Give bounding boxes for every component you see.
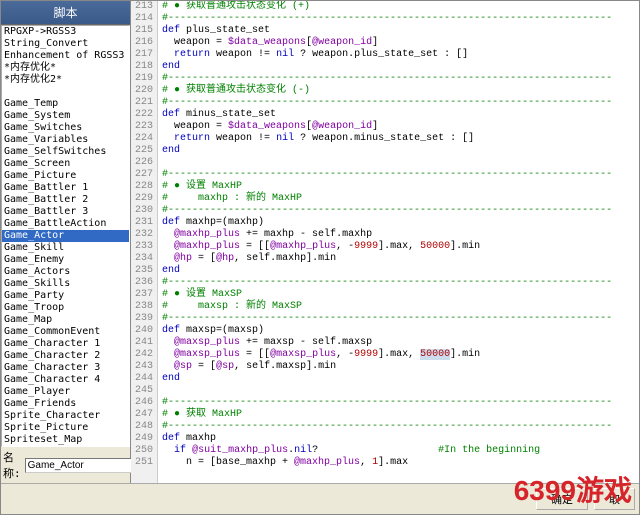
- cancel-button[interactable]: 取: [594, 488, 635, 510]
- button-bar: 确定 取: [1, 483, 639, 514]
- code-line[interactable]: weapon = $data_weapons[@weapon_id]: [162, 37, 635, 49]
- code-line[interactable]: # ● 获取 MaxHP: [162, 409, 635, 421]
- code-line[interactable]: def minus_state_set: [162, 109, 635, 121]
- tree-item[interactable]: Game_Character 2: [2, 350, 129, 362]
- code-line[interactable]: # maxsp : 新的 MaxSP: [162, 301, 635, 313]
- code-line[interactable]: @sp = [@sp, self.maxsp].min: [162, 361, 635, 373]
- tree-item[interactable]: *内存优化*: [2, 62, 129, 74]
- tree-item[interactable]: *内存优化2*: [2, 74, 129, 86]
- tree-item[interactable]: Game_Switches: [2, 122, 129, 134]
- code-area[interactable]: # ● 获取普通攻击状态变化 (+)#---------------------…: [158, 1, 639, 483]
- tree-item[interactable]: Game_Picture: [2, 170, 129, 182]
- code-line[interactable]: #---------------------------------------…: [162, 397, 635, 409]
- script-editor-window: 脚本 RPGXP->RGSS3String_ConvertEnhancement…: [0, 0, 640, 515]
- tree-item[interactable]: Game_Skills: [2, 278, 129, 290]
- code-line[interactable]: return weapon != nil ? weapon.minus_stat…: [162, 133, 635, 145]
- tree-item[interactable]: Game_Skill: [2, 242, 129, 254]
- tree-item[interactable]: Game_Character 3: [2, 362, 129, 374]
- tree-item[interactable]: Game_System: [2, 110, 129, 122]
- code-line[interactable]: n = [base_maxhp + @maxhp_plus, 1].max: [162, 457, 635, 469]
- tree-item[interactable]: Game_Battler 1: [2, 182, 129, 194]
- tree-item[interactable]: Game_Player: [2, 386, 129, 398]
- code-line[interactable]: @maxsp_plus = [[@maxsp_plus, -9999].max,…: [162, 349, 635, 361]
- code-line[interactable]: @maxhp_plus = [[@maxhp_plus, -9999].max,…: [162, 241, 635, 253]
- code-line[interactable]: end: [162, 373, 635, 385]
- code-line[interactable]: # maxhp : 新的 MaxHP: [162, 193, 635, 205]
- code-line[interactable]: @maxsp_plus += maxsp - self.maxsp: [162, 337, 635, 349]
- tree-item[interactable]: RPGXP->RGSS3: [2, 26, 129, 38]
- tree-item[interactable]: Spriteset_Map: [2, 434, 129, 446]
- code-line[interactable]: # ● 获取普通攻击状态变化 (-): [162, 85, 635, 97]
- tree-item[interactable]: Enhancement of RGSS3: [2, 50, 129, 62]
- code-line[interactable]: # ● 设置 MaxHP: [162, 181, 635, 193]
- code-line[interactable]: end: [162, 145, 635, 157]
- tree-item[interactable]: Game_Character 1: [2, 338, 129, 350]
- code-line[interactable]: #---------------------------------------…: [162, 13, 635, 25]
- tree-item[interactable]: Game_Battler 2: [2, 194, 129, 206]
- code-line[interactable]: #---------------------------------------…: [162, 421, 635, 433]
- tree-item[interactable]: Game_Screen: [2, 158, 129, 170]
- code-line[interactable]: [162, 385, 635, 397]
- code-line[interactable]: #---------------------------------------…: [162, 313, 635, 325]
- name-row: 名称:: [1, 447, 130, 483]
- code-line[interactable]: #---------------------------------------…: [162, 205, 635, 217]
- tree-item[interactable]: Game_Friends: [2, 398, 129, 410]
- tree-item[interactable]: String_Convert: [2, 38, 129, 50]
- code-line[interactable]: # ● 设置 MaxSP: [162, 289, 635, 301]
- tree-item[interactable]: Game_CommonEvent: [2, 326, 129, 338]
- name-label: 名称:: [3, 449, 21, 481]
- code-line[interactable]: #---------------------------------------…: [162, 277, 635, 289]
- tree-item[interactable]: Sprite_Character: [2, 410, 129, 422]
- code-line[interactable]: def plus_state_set: [162, 25, 635, 37]
- tree-item[interactable]: Game_Enemy: [2, 254, 129, 266]
- tree-item[interactable]: Game_Variables: [2, 134, 129, 146]
- code-line[interactable]: end: [162, 265, 635, 277]
- tree-item[interactable]: Game_SelfSwitches: [2, 146, 129, 158]
- code-line[interactable]: #---------------------------------------…: [162, 97, 635, 109]
- code-line[interactable]: @maxhp_plus += maxhp - self.maxhp: [162, 229, 635, 241]
- tree-item[interactable]: Game_Troop: [2, 302, 129, 314]
- code-line[interactable]: def maxhp=(maxhp): [162, 217, 635, 229]
- tree-item[interactable]: Game_Actor: [2, 230, 129, 242]
- code-line[interactable]: #---------------------------------------…: [162, 73, 635, 85]
- tree-item[interactable]: Game_BattleAction: [2, 218, 129, 230]
- code-line[interactable]: @hp = [@hp, self.maxhp].min: [162, 253, 635, 265]
- code-line[interactable]: #---------------------------------------…: [162, 169, 635, 181]
- line-gutter: 2132142152162172182192202212222232242252…: [131, 1, 158, 483]
- code-line[interactable]: # ● 获取普通攻击状态变化 (+): [162, 1, 635, 13]
- tree-item[interactable]: Game_Character 4: [2, 374, 129, 386]
- tree-item[interactable]: Game_Party: [2, 290, 129, 302]
- tree-item[interactable]: Game_Battler 3: [2, 206, 129, 218]
- panel-header: 脚本: [1, 1, 130, 25]
- left-panel: 脚本 RPGXP->RGSS3String_ConvertEnhancement…: [1, 1, 131, 483]
- code-line[interactable]: if @suit_maxhp_plus.nil? #In the beginni…: [162, 445, 635, 457]
- code-line[interactable]: return weapon != nil ? weapon.plus_state…: [162, 49, 635, 61]
- code-line[interactable]: def maxhp: [162, 433, 635, 445]
- tree-item[interactable]: Game_Temp: [2, 98, 129, 110]
- script-list[interactable]: RPGXP->RGSS3String_ConvertEnhancement of…: [1, 25, 130, 447]
- tree-item[interactable]: Game_Actors: [2, 266, 129, 278]
- ok-button[interactable]: 确定: [536, 488, 588, 510]
- tree-item[interactable]: Sprite_Picture: [2, 422, 129, 434]
- tree-item[interactable]: [2, 86, 129, 98]
- tree-item[interactable]: Game_Map: [2, 314, 129, 326]
- code-editor[interactable]: 2132142152162172182192202212222232242252…: [131, 1, 639, 483]
- code-line[interactable]: def maxsp=(maxsp): [162, 325, 635, 337]
- main-area: 脚本 RPGXP->RGSS3String_ConvertEnhancement…: [1, 1, 639, 483]
- code-line[interactable]: [162, 157, 635, 169]
- code-line[interactable]: end: [162, 61, 635, 73]
- code-line[interactable]: weapon = $data_weapons[@weapon_id]: [162, 121, 635, 133]
